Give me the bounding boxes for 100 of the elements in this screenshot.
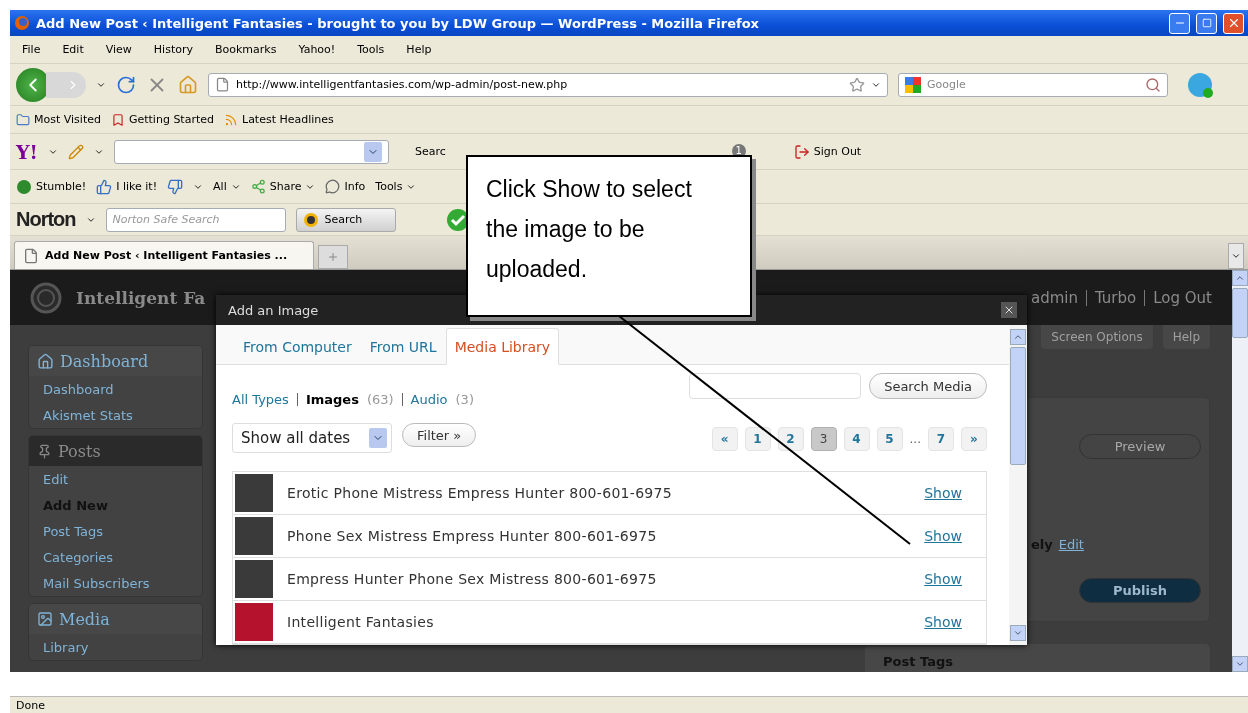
minimize-button[interactable]: [1169, 12, 1190, 34]
type-count: (3): [455, 392, 474, 408]
media-title: Phone Sex Mistress Empress Hunter 800-601-6975: [287, 528, 658, 544]
thumbnail-placeholder: [235, 603, 273, 641]
sidebar-group[interactable]: Media: [29, 604, 202, 634]
share-button[interactable]: Share: [250, 179, 316, 194]
bookmark-link[interactable]: Latest Headlines: [224, 112, 334, 127]
sidebar-item[interactable]: Akismet Stats: [29, 402, 202, 428]
new-tab-button[interactable]: [318, 245, 348, 269]
show-link[interactable]: Show: [924, 614, 962, 630]
toolbar-logo[interactable]: Y!: [16, 140, 38, 163]
reload-icon[interactable]: [116, 74, 136, 95]
dialog-scrollbar[interactable]: [1009, 325, 1027, 645]
close-button[interactable]: [1223, 12, 1244, 34]
date-select[interactable]: Show all dates: [232, 423, 392, 453]
type-filter-link[interactable]: Audio: [410, 392, 448, 408]
menu-item[interactable]: History: [147, 43, 199, 56]
tools-dropdown[interactable]: Tools: [375, 180, 417, 193]
all-dropdown[interactable]: All: [213, 180, 241, 193]
search-placeholder: Google: [927, 78, 967, 91]
safe-search-placeholder: Norton Safe Search: [112, 213, 221, 226]
safe-search-field[interactable]: Norton Safe Search: [105, 207, 286, 232]
sidebar-item[interactable]: Categories: [29, 544, 202, 570]
preview-button[interactable]: Preview: [1079, 434, 1201, 459]
search-media-button[interactable]: Search Media: [869, 373, 987, 400]
home-icon[interactable]: [178, 74, 198, 95]
sidebar-item[interactable]: Post Tags: [29, 518, 202, 544]
scroll-up-icon: [1235, 273, 1245, 283]
caret-icon: [1231, 251, 1241, 261]
bookmark-link[interactable]: Getting Started: [110, 112, 214, 127]
image-icon: [37, 611, 53, 627]
header-link[interactable]: admin: [1030, 288, 1078, 307]
sidebar-group[interactable]: Dashboard: [29, 346, 202, 376]
filter-button[interactable]: Filter »: [402, 423, 477, 447]
page-link[interactable]: 7: [928, 427, 954, 451]
header-link[interactable]: Log Out: [1153, 288, 1212, 307]
type-count: (63): [366, 392, 394, 408]
plus-icon: [327, 251, 339, 263]
scroll-thumb[interactable]: [1232, 288, 1248, 338]
sidebar-item[interactable]: Library: [29, 634, 202, 660]
tab-list-button[interactable]: [1228, 243, 1244, 269]
stumble-button[interactable]: Stumble!: [16, 178, 87, 195]
sidebar-item[interactable]: Mail Subscribers: [29, 570, 202, 596]
menu-item[interactable]: File: [16, 43, 47, 56]
sidebar-group[interactable]: Posts: [29, 436, 202, 466]
menu-item[interactable]: Yahoo!: [292, 43, 342, 56]
page-link[interactable]: 4: [843, 427, 870, 451]
type-filter-link[interactable]: Images: [305, 392, 359, 408]
media-title: Empress Hunter Phone Sex Mistress 800-601-6975: [287, 571, 658, 587]
browser-logo-icon: [14, 15, 30, 31]
scroll-thumb[interactable]: [1010, 347, 1026, 465]
toolbar-logo[interactable]: Norton: [16, 208, 76, 231]
page-link[interactable]: »: [961, 427, 987, 451]
dialog-tab[interactable]: Media Library: [445, 328, 560, 366]
url-field[interactable]: http://www.intelligentfantasies.com/wp-admin/post-new.php: [208, 72, 888, 97]
search-field[interactable]: Google: [898, 72, 1168, 97]
safe-search-button[interactable]: Search: [295, 207, 396, 232]
type-filter-link[interactable]: All Types: [232, 392, 289, 408]
show-link[interactable]: Show: [924, 571, 962, 587]
search-icon[interactable]: [1145, 76, 1161, 93]
screen-tab[interactable]: Help: [1162, 325, 1210, 349]
show-link[interactable]: Show: [924, 528, 962, 544]
sign-out-link[interactable]: Sign Out: [793, 143, 862, 160]
page-link[interactable]: 3: [810, 427, 837, 451]
thumbs-down-icon[interactable]: [167, 178, 184, 195]
edit-link[interactable]: Edit: [1058, 537, 1084, 552]
pencil-icon[interactable]: [67, 143, 84, 160]
page-link[interactable]: «: [711, 427, 738, 451]
close-button[interactable]: [1001, 302, 1017, 318]
info-button[interactable]: Info: [325, 179, 366, 194]
dialog-tab[interactable]: From Computer: [234, 328, 361, 366]
sidebar-item[interactable]: Edit: [29, 466, 202, 492]
site-logo-icon: [30, 281, 62, 314]
menu-item[interactable]: Tools: [351, 43, 391, 56]
restore-button[interactable]: [1196, 12, 1217, 34]
browser-tab[interactable]: Add New Post ‹ Intelligent Fantasies ...: [14, 241, 314, 269]
menu-item[interactable]: View: [99, 43, 138, 56]
dialog-tab[interactable]: From URL: [360, 328, 446, 366]
search-engine-icon[interactable]: [905, 76, 921, 93]
toolbar-search-field[interactable]: [113, 139, 389, 164]
screen-tab[interactable]: Screen Options: [1041, 325, 1153, 349]
page-scrollbar[interactable]: [1232, 270, 1248, 672]
search-web-text[interactable]: Searc: [414, 145, 446, 158]
page-ellipsis: ...: [909, 432, 921, 446]
bookmark-link[interactable]: Most Visited: [16, 112, 101, 127]
menu-item[interactable]: Bookmarks: [209, 43, 283, 56]
header-link[interactable]: Turbo: [1094, 288, 1137, 307]
page-link[interactable]: 2: [777, 427, 804, 451]
media-search-field[interactable]: [689, 373, 862, 400]
like-button[interactable]: I like it!: [96, 178, 158, 195]
menu-item[interactable]: Help: [400, 43, 438, 56]
media-title: Erotic Phone Mistress Empress Hunter 800-601-6975: [287, 485, 673, 501]
menu-item[interactable]: Edit: [56, 43, 90, 56]
page-link[interactable]: 1: [744, 427, 771, 451]
publish-button[interactable]: Publish: [1079, 578, 1201, 603]
page-link[interactable]: 5: [876, 427, 903, 451]
sidebar-item[interactable]: Dashboard: [29, 376, 202, 402]
show-link[interactable]: Show: [924, 485, 962, 501]
speech-bubble-icon: [325, 179, 341, 194]
star-icon[interactable]: [849, 76, 865, 93]
